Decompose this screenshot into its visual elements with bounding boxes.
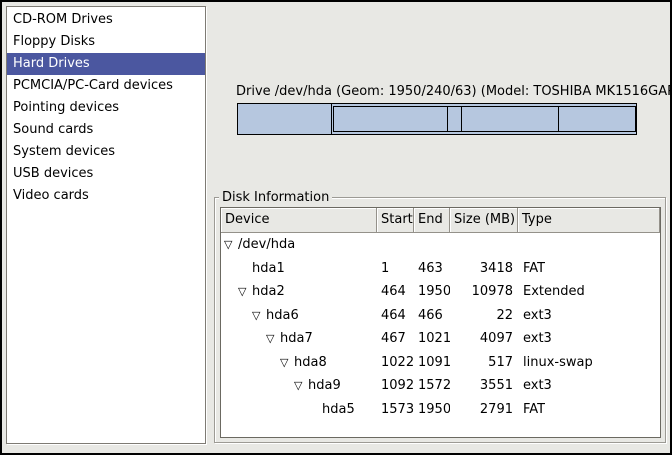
size-cell: 3551 <box>450 374 518 398</box>
expander-spacer <box>308 398 322 422</box>
tree-indent <box>221 398 308 422</box>
start-cell: 1092 <box>377 374 414 398</box>
device-cell: ▽/dev/hda <box>221 233 377 257</box>
end-cell <box>414 233 450 257</box>
table-row-hda8[interactable]: ▽hda810221091517linux-swap <box>221 351 660 375</box>
end-cell: 1091 <box>414 351 450 375</box>
sidebar-item-video-cards[interactable]: Video cards <box>7 185 205 207</box>
tree-indent <box>221 351 280 375</box>
column-header-type[interactable]: Type <box>518 208 660 233</box>
device-cell: ▽hda6 <box>221 304 377 328</box>
partition-bar <box>237 103 637 135</box>
disk-information-label: Disk Information <box>219 189 332 206</box>
device-label: hda5 <box>322 398 355 422</box>
end-cell: 1950 <box>414 398 450 422</box>
column-header-size-mb[interactable]: Size (MB) <box>450 208 518 233</box>
start-cell: 464 <box>377 280 414 304</box>
size-cell: 3418 <box>450 257 518 281</box>
expander-open-icon[interactable]: ▽ <box>266 327 280 351</box>
device-cell: ▽hda9 <box>221 374 377 398</box>
table-row-dev-hda[interactable]: ▽/dev/hda <box>221 233 660 257</box>
type-cell: FAT <box>518 257 545 281</box>
device-label: /dev/hda <box>238 233 295 257</box>
type-cell <box>518 233 523 257</box>
expander-spacer <box>238 257 252 281</box>
disk-information-table: DeviceStartEndSize (MB)Type ▽/dev/hdahda… <box>220 207 661 438</box>
tree-indent <box>221 257 238 281</box>
disk-information-frame: Disk Information DeviceStartEndSize (MB)… <box>214 197 666 443</box>
device-cell: ▽hda2 <box>221 280 377 304</box>
device-cell: ▽hda8 <box>221 351 377 375</box>
tree-indent <box>221 280 238 304</box>
size-cell: 10978 <box>450 280 518 304</box>
size-cell: 22 <box>450 304 518 328</box>
end-cell: 1572 <box>414 374 450 398</box>
tree-indent <box>221 327 266 351</box>
expander-open-icon[interactable]: ▽ <box>294 374 308 398</box>
table-row-hda1[interactable]: hda1 14633418FAT <box>221 257 660 281</box>
type-cell: FAT <box>518 398 545 422</box>
device-category-list: CD-ROM DrivesFloppy DisksHard DrivesPCMC… <box>6 6 206 444</box>
table-row-hda5[interactable]: hda5 157319502791FAT <box>221 398 660 422</box>
sidebar-item-hard-drives[interactable]: Hard Drives <box>7 53 205 75</box>
start-cell: 1022 <box>377 351 414 375</box>
device-label: hda9 <box>308 374 341 398</box>
drive-title: Drive /dev/hda (Geom: 1950/240/63) (Mode… <box>236 84 672 99</box>
partition-divider-after-hda7 <box>447 107 448 131</box>
start-cell: 467 <box>377 327 414 351</box>
size-cell <box>450 233 518 257</box>
end-cell: 466 <box>414 304 450 328</box>
column-header-end[interactable]: End <box>414 208 450 233</box>
partition-segment-hda1 <box>238 104 332 134</box>
sidebar-item-floppy-disks[interactable]: Floppy Disks <box>7 31 205 53</box>
device-label: hda8 <box>294 351 327 375</box>
sidebar-item-sound-cards[interactable]: Sound cards <box>7 119 205 141</box>
size-cell: 4097 <box>450 327 518 351</box>
size-cell: 517 <box>450 351 518 375</box>
sidebar-item-pointing-devices[interactable]: Pointing devices <box>7 97 205 119</box>
device-label: hda2 <box>252 280 285 304</box>
partition-divider-after-hda9 <box>558 107 559 131</box>
end-cell: 463 <box>414 257 450 281</box>
device-cell: ▽hda7 <box>221 327 377 351</box>
table-header: DeviceStartEndSize (MB)Type <box>221 208 660 233</box>
table-row-hda2[interactable]: ▽hda2464195010978Extended <box>221 280 660 304</box>
tree-indent <box>221 374 294 398</box>
type-cell: linux-swap <box>518 351 593 375</box>
column-header-start[interactable]: Start <box>377 208 414 233</box>
start-cell <box>377 233 414 257</box>
expander-open-icon[interactable]: ▽ <box>238 280 252 304</box>
expander-open-icon[interactable]: ▽ <box>280 351 294 375</box>
sidebar-item-system-devices[interactable]: System devices <box>7 141 205 163</box>
table-row-hda9[interactable]: ▽hda9109215723551ext3 <box>221 374 660 398</box>
device-label: hda7 <box>280 327 313 351</box>
device-label: hda6 <box>266 304 299 328</box>
sidebar-item-usb-devices[interactable]: USB devices <box>7 163 205 185</box>
table-body: ▽/dev/hdahda114633418FAT▽hda246419501097… <box>221 233 660 421</box>
column-header-device[interactable]: Device <box>221 208 377 233</box>
device-cell: hda5 <box>221 398 377 422</box>
expander-open-icon[interactable]: ▽ <box>224 233 238 257</box>
partition-segment-hda2-extended <box>333 106 636 132</box>
table-row-hda6[interactable]: ▽hda646446622ext3 <box>221 304 660 328</box>
start-cell: 1 <box>377 257 414 281</box>
type-cell: ext3 <box>518 374 552 398</box>
type-cell: ext3 <box>518 327 552 351</box>
tree-indent <box>221 304 252 328</box>
expander-open-icon[interactable]: ▽ <box>252 304 266 328</box>
start-cell: 464 <box>377 304 414 328</box>
type-cell: Extended <box>518 280 585 304</box>
partition-divider-after-hda8 <box>461 107 462 131</box>
sidebar-item-cd-rom-drives[interactable]: CD-ROM Drives <box>7 9 205 31</box>
table-row-hda7[interactable]: ▽hda746710214097ext3 <box>221 327 660 351</box>
sidebar-item-pcmcia-pc-card-devices[interactable]: PCMCIA/PC-Card devices <box>7 75 205 97</box>
hardware-browser-window: CD-ROM DrivesFloppy DisksHard DrivesPCMC… <box>0 0 672 455</box>
size-cell: 2791 <box>450 398 518 422</box>
type-cell: ext3 <box>518 304 552 328</box>
end-cell: 1950 <box>414 280 450 304</box>
end-cell: 1021 <box>414 327 450 351</box>
device-label: hda1 <box>252 257 285 281</box>
device-cell: hda1 <box>221 257 377 281</box>
start-cell: 1573 <box>377 398 414 422</box>
